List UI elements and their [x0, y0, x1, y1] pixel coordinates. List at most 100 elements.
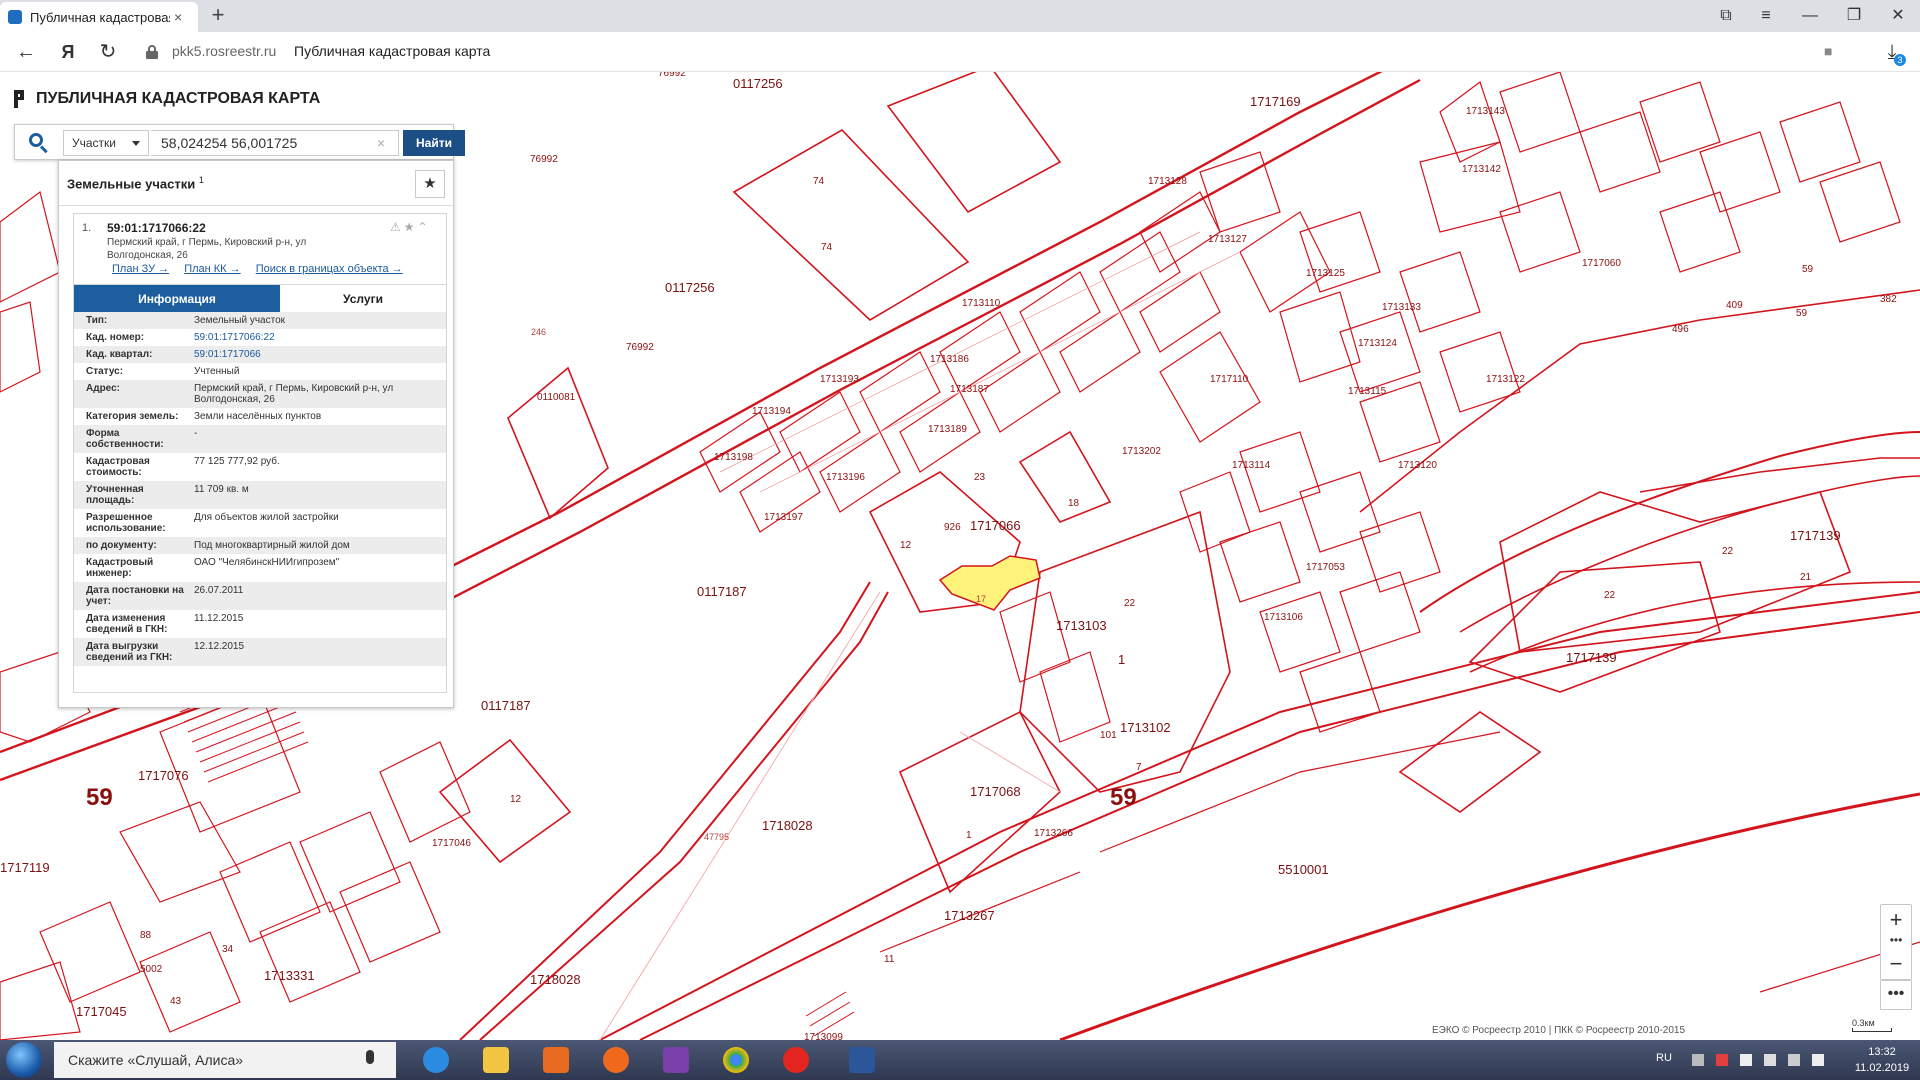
attribute-row: Кадастровый инженер: ОАО "ЧелябинскНИИгип…	[74, 554, 446, 582]
map-parcel-label: 1713099	[804, 1032, 843, 1040]
plan-zu-link[interactable]: План ЗУ →	[112, 263, 169, 275]
media-player-icon[interactable]	[534, 1044, 578, 1076]
browser-tab[interactable]: Публичная кадастровая ×	[0, 2, 198, 32]
result-links: План ЗУ → План КК → Поиск в границах объ…	[112, 263, 415, 275]
bookmarks-icon[interactable]: ⧉	[1712, 4, 1740, 28]
network-icon[interactable]	[1764, 1054, 1776, 1066]
tab-information[interactable]: Информация	[74, 285, 280, 313]
map-parcel-label: 59	[1796, 308, 1808, 319]
search-in-bounds-link[interactable]: Поиск в границах объекта →	[256, 263, 403, 275]
map-parcel-label: 76992	[626, 342, 654, 353]
volume-icon[interactable]	[1812, 1054, 1824, 1066]
lock-icon	[146, 45, 158, 59]
attribute-value[interactable]: 59:01:1717066:22	[194, 332, 446, 343]
map-parcel-label: 59	[1110, 784, 1137, 811]
warning-icon[interactable]: ⚠	[390, 220, 404, 234]
favorites-star-button[interactable]: ★	[415, 170, 445, 198]
map-parcel-label: 1717046	[432, 838, 471, 849]
new-tab-button[interactable]: +	[206, 4, 230, 28]
map-parcel-label: 5002	[140, 964, 163, 975]
attribute-key: Кад. квартал:	[86, 349, 153, 360]
address-bar-title[interactable]: Публичная кадастровая карта	[294, 43, 490, 59]
reload-icon[interactable]: ↻	[96, 40, 120, 64]
attribute-key: Форма собственности:	[86, 428, 164, 450]
result-address: Пермский край, г Пермь, Кировский р-н, у…	[107, 237, 307, 261]
firefox-icon[interactable]	[594, 1044, 638, 1076]
map-parcel-label: 76992	[658, 72, 686, 79]
zoom-slider-icon[interactable]: •••	[1881, 934, 1911, 949]
attribute-row: Уточненная площадь: 11 709 кв. м	[74, 481, 446, 509]
chevron-up-icon[interactable]: ⌃	[418, 220, 431, 234]
attribute-value[interactable]: 59:01:1717066	[194, 349, 446, 360]
app-title-text: ПУБЛИЧНАЯ КАДАСТРОВАЯ КАРТА	[36, 90, 321, 107]
yandex-icon[interactable]: Я	[56, 40, 80, 64]
tab-title: Публичная кадастровая	[30, 9, 170, 25]
map-parcel-label: 1717076	[138, 768, 189, 783]
map-parcel-label: 74	[821, 242, 833, 253]
map-parcel-label: 12	[510, 794, 522, 805]
result-cad-number[interactable]: 59:01:1717066:22	[107, 221, 206, 235]
file-explorer-icon[interactable]	[474, 1044, 518, 1076]
menu-icon[interactable]: ≡	[1752, 4, 1780, 28]
microphone-icon[interactable]	[366, 1050, 374, 1064]
map-parcel-label: 76992	[530, 154, 558, 165]
map-parcel-label: 1713186	[930, 354, 969, 365]
star-icon[interactable]: ★	[404, 220, 418, 234]
zoom-in-button[interactable]: +	[1881, 905, 1911, 935]
onenote-icon[interactable]	[654, 1044, 698, 1076]
map-parcel-label: 1713194	[752, 406, 791, 417]
word-icon[interactable]	[840, 1044, 884, 1076]
yandex-browser-icon[interactable]	[774, 1044, 818, 1076]
chrome-icon[interactable]	[714, 1044, 758, 1076]
search-button[interactable]: Найти	[403, 130, 465, 156]
results-panel: Земельные участки 1 ★ 1. 59:01:1717066:2…	[58, 160, 455, 708]
windows-start-icon[interactable]	[6, 1042, 42, 1078]
attribute-value: Земли населённых пунктов	[194, 411, 322, 422]
map-parcel-label: 246	[531, 327, 547, 337]
results-heading: Земельные участки 1	[67, 175, 204, 191]
windows-taskbar: Скажите «Слушай, Алиса» RU 13:32 11.02.2…	[0, 1040, 1920, 1080]
plan-kk-link[interactable]: План КК →	[184, 263, 240, 275]
map-parcel-label: 17	[976, 594, 987, 604]
internet-explorer-icon[interactable]	[414, 1044, 458, 1076]
map-parcel-label: 59	[1802, 264, 1814, 275]
more-tools-button[interactable]: •••	[1880, 980, 1912, 1010]
close-window-icon[interactable]: ✕	[1884, 4, 1912, 28]
browser-toolbar: ← Я ↻ pkk5.rosreestr.ru Публичная кадаст…	[0, 32, 1920, 72]
result-tabs: Информация Услуги	[74, 284, 446, 313]
input-language[interactable]: RU	[1656, 1052, 1672, 1064]
attribute-row: Адрес: Пермский край, г Пермь, Кировский …	[74, 380, 446, 408]
map-parcel-label: 1713127	[1208, 234, 1247, 245]
attribute-row: Статус: Учтенный	[74, 363, 446, 380]
clear-search-icon[interactable]: ×	[377, 135, 385, 151]
alice-search-box[interactable]: Скажите «Слушай, Алиса»	[54, 1042, 396, 1078]
clock[interactable]: 13:32 11.02.2019	[1852, 1044, 1912, 1076]
map-parcel-label: 0117256	[733, 76, 783, 91]
minimize-icon[interactable]: —	[1796, 4, 1824, 28]
map-parcel-label: 1713197	[764, 512, 803, 523]
tab-services[interactable]: Услуги	[280, 285, 446, 313]
restore-icon[interactable]: ❐	[1840, 4, 1868, 28]
zoom-out-button[interactable]: −	[1881, 949, 1911, 979]
map-parcel-label: 1	[966, 830, 972, 841]
bookmark-icon[interactable]: ■	[1824, 43, 1832, 59]
search-icon[interactable]	[29, 133, 49, 154]
map-parcel-label: 59	[86, 784, 113, 811]
back-icon[interactable]: ←	[14, 40, 38, 64]
downloads-count-badge: 3	[1894, 54, 1906, 66]
flag-icon[interactable]	[1740, 1054, 1752, 1066]
map-parcel-label: 34	[222, 944, 234, 955]
search-type-select[interactable]: Участки	[63, 130, 149, 156]
battery-icon[interactable]	[1788, 1054, 1800, 1066]
map-parcel-label: 1713128	[1148, 176, 1187, 187]
tab-close-icon[interactable]: ×	[174, 9, 190, 25]
attribute-key: Уточненная площадь:	[86, 484, 144, 506]
map-parcel-label: 5510001	[1278, 862, 1329, 877]
tray-up-icon[interactable]	[1692, 1054, 1704, 1066]
search-input[interactable]: 58,024254 56,001725	[151, 130, 399, 156]
result-actions: ⚠★⌃	[390, 220, 431, 234]
map-parcel-label: 12	[900, 540, 912, 551]
address-bar-host[interactable]: pkk5.rosreestr.ru	[172, 43, 276, 59]
antivirus-icon[interactable]	[1716, 1054, 1728, 1066]
map-parcel-label: 1717139	[1566, 650, 1617, 665]
